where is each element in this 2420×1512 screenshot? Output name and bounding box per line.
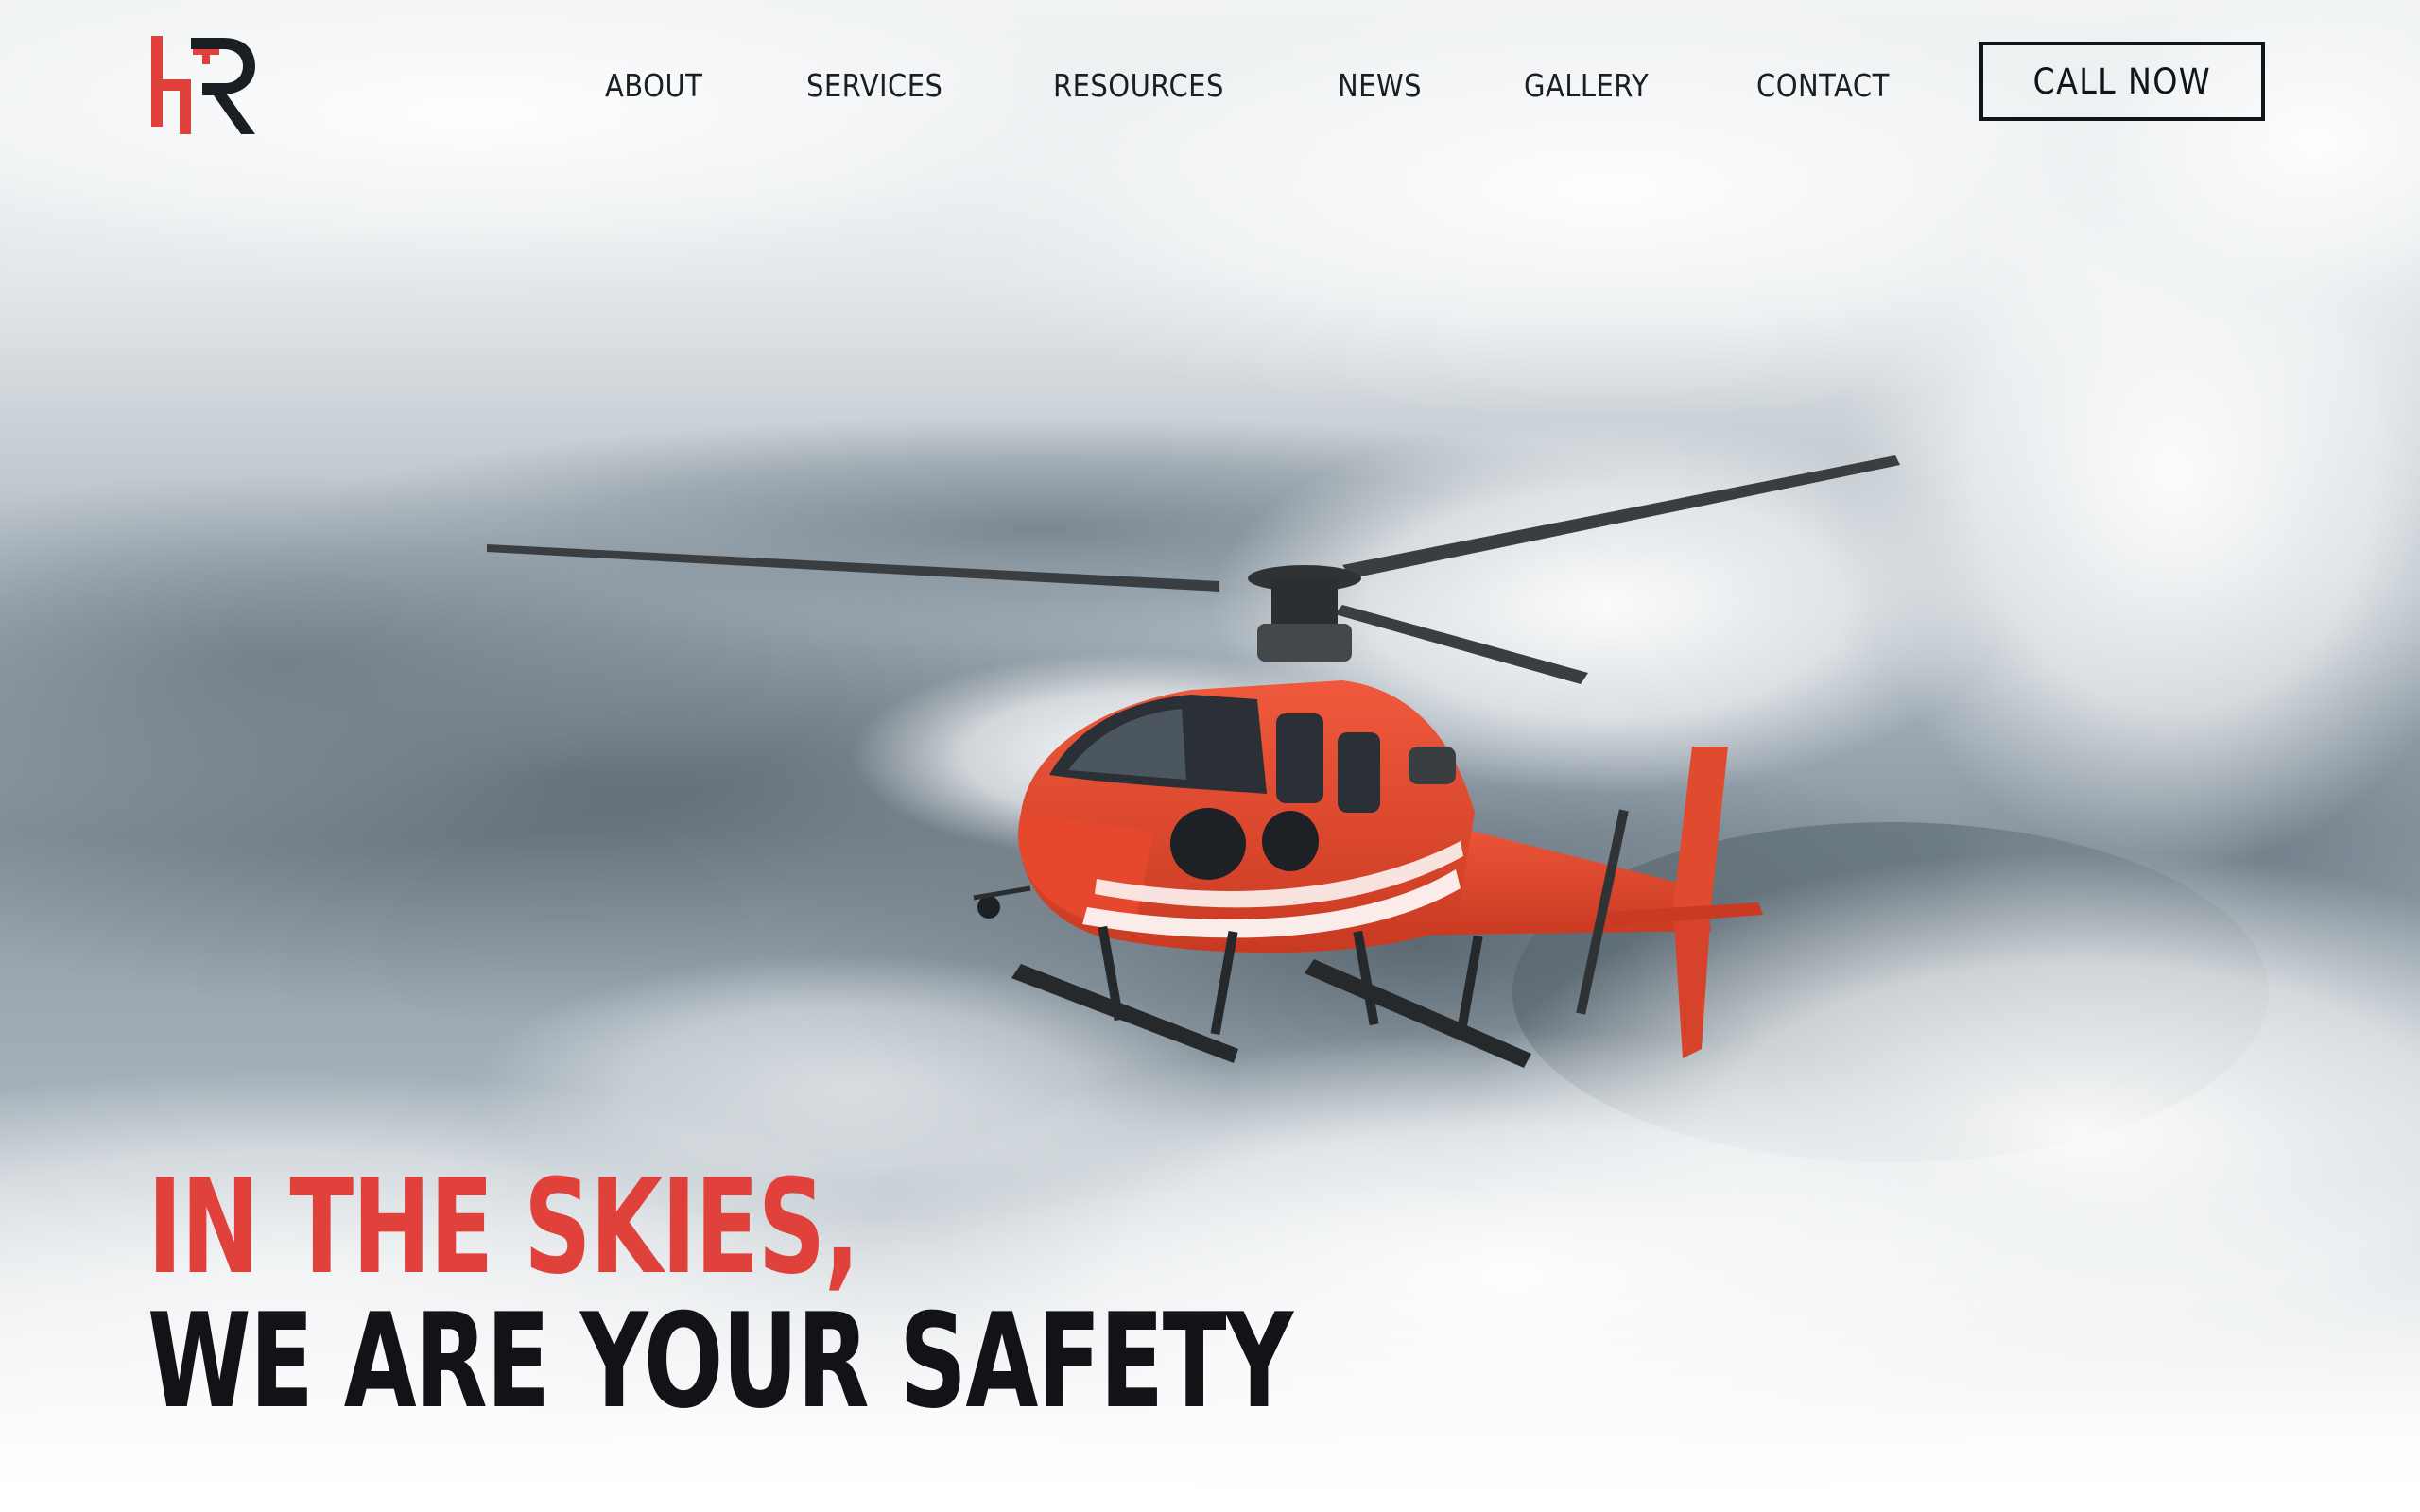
headline-line-2: WE ARE YOUR SAFETY (147, 1285, 1293, 1437)
nav-item-contact[interactable]: CONTACT (1756, 67, 1890, 104)
nav-item-about[interactable]: ABOUT (605, 67, 702, 104)
hero-headline: IN THE SKIES, WE ARE YOUR SAFETY (147, 1160, 1471, 1429)
nav-item-gallery[interactable]: GALLERY (1524, 67, 1649, 104)
site-header: ABOUT SERVICES RESOURCES NEWS GALLERY CO… (0, 0, 2420, 170)
nav-item-services[interactable]: SERVICES (806, 67, 942, 104)
brand-logo-icon[interactable] (147, 28, 259, 140)
nav-item-resources[interactable]: RESOURCES (1053, 67, 1224, 104)
landing-page: ABOUT SERVICES RESOURCES NEWS GALLERY CO… (0, 0, 2420, 1512)
call-now-label: CALL NOW (2032, 60, 2212, 102)
headline-line-1: IN THE SKIES, (147, 1151, 860, 1303)
call-now-button[interactable]: CALL NOW (1979, 42, 2265, 121)
main-nav: ABOUT SERVICES RESOURCES NEWS GALLERY CO… (605, 59, 1908, 112)
nav-item-news[interactable]: NEWS (1338, 67, 1422, 104)
